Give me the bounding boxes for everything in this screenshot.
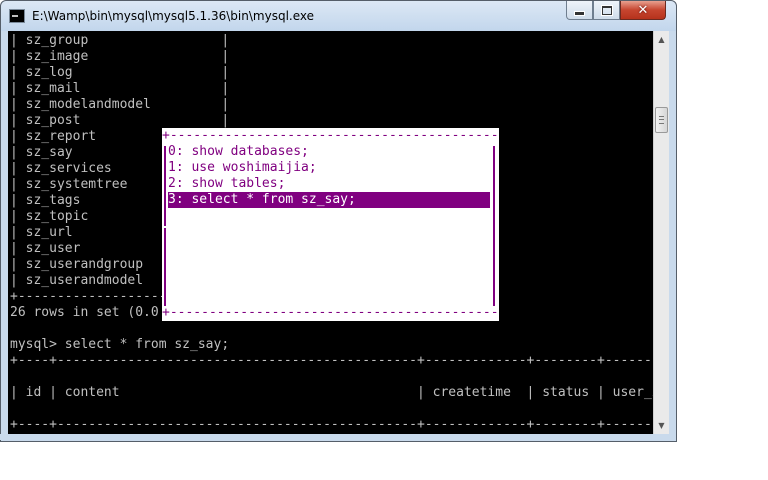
table-row: | sz_group | <box>10 33 230 48</box>
table-row: | sz_image | <box>10 49 230 64</box>
minimize-button[interactable] <box>566 1 593 20</box>
table-row: | sz_post | <box>10 113 230 128</box>
table-row: | sz_systemtree <box>10 177 128 192</box>
close-button[interactable]: ✕ <box>620 1 666 20</box>
table-row: | sz_say <box>10 145 73 160</box>
table-row: | sz_userandmodel <box>10 273 144 288</box>
arrow-down-icon: ▼ <box>658 421 665 430</box>
table-row: | sz_topic <box>10 209 89 224</box>
maximize-button[interactable] <box>593 1 620 20</box>
table-row: | sz_user <box>10 241 81 256</box>
table-row: | sz_url <box>10 225 73 240</box>
table-row: | sz_tags <box>10 193 81 208</box>
window-title: E:\Wamp\bin\mysql\mysql5.1.36\bin\mysql.… <box>32 9 315 23</box>
popup-border-top: +---------------------------------------… <box>162 128 499 143</box>
scroll-down-button[interactable]: ▼ <box>654 417 669 434</box>
arrow-up-icon: ▲ <box>658 35 665 44</box>
table-footer-border: +------------------- <box>10 289 167 304</box>
result-header-row: | id | content | createtime | status | u… <box>10 385 653 400</box>
history-item[interactable]: 2: show tables; <box>168 176 490 192</box>
command-history-popup[interactable]: +---------------------------------------… <box>162 128 499 321</box>
maximize-icon <box>601 5 612 15</box>
console-output[interactable]: | sz_group | | sz_image | | sz_log | | s… <box>8 31 653 434</box>
table-row: | sz_userandgroup <box>10 257 144 272</box>
table-row: | sz_report <box>10 129 97 144</box>
table-row: | sz_modelandmodel | <box>10 97 230 112</box>
vertical-scrollbar[interactable]: ▲ ▼ <box>653 31 669 434</box>
table-row: | sz_log | <box>10 65 230 80</box>
history-item-selected[interactable]: 3: select * from sz_say; <box>168 192 490 208</box>
scrollbar-thumb[interactable] <box>655 107 668 133</box>
window-bottom-border <box>0 434 675 440</box>
table-row: | sz_mail | <box>10 81 230 96</box>
popup-border-bottom: +---------------------------------------… <box>162 305 499 320</box>
result-border-top: +----+----------------------------------… <box>10 353 653 368</box>
history-item[interactable]: 0: show databases; <box>168 144 490 160</box>
scroll-up-button[interactable]: ▲ <box>654 31 669 48</box>
rows-count-line: 26 rows in set (0.0 <box>10 305 159 320</box>
console-app-icon[interactable] <box>9 9 25 23</box>
minimize-icon <box>574 10 585 16</box>
command-prompt-line: mysql> select * from sz_say; <box>10 337 230 352</box>
table-row: | sz_services <box>10 161 112 176</box>
history-item[interactable]: 1: use woshimaijia; <box>168 160 490 176</box>
result-border-bottom: +----+----------------------------------… <box>10 417 653 432</box>
close-icon: ✕ <box>637 2 649 18</box>
